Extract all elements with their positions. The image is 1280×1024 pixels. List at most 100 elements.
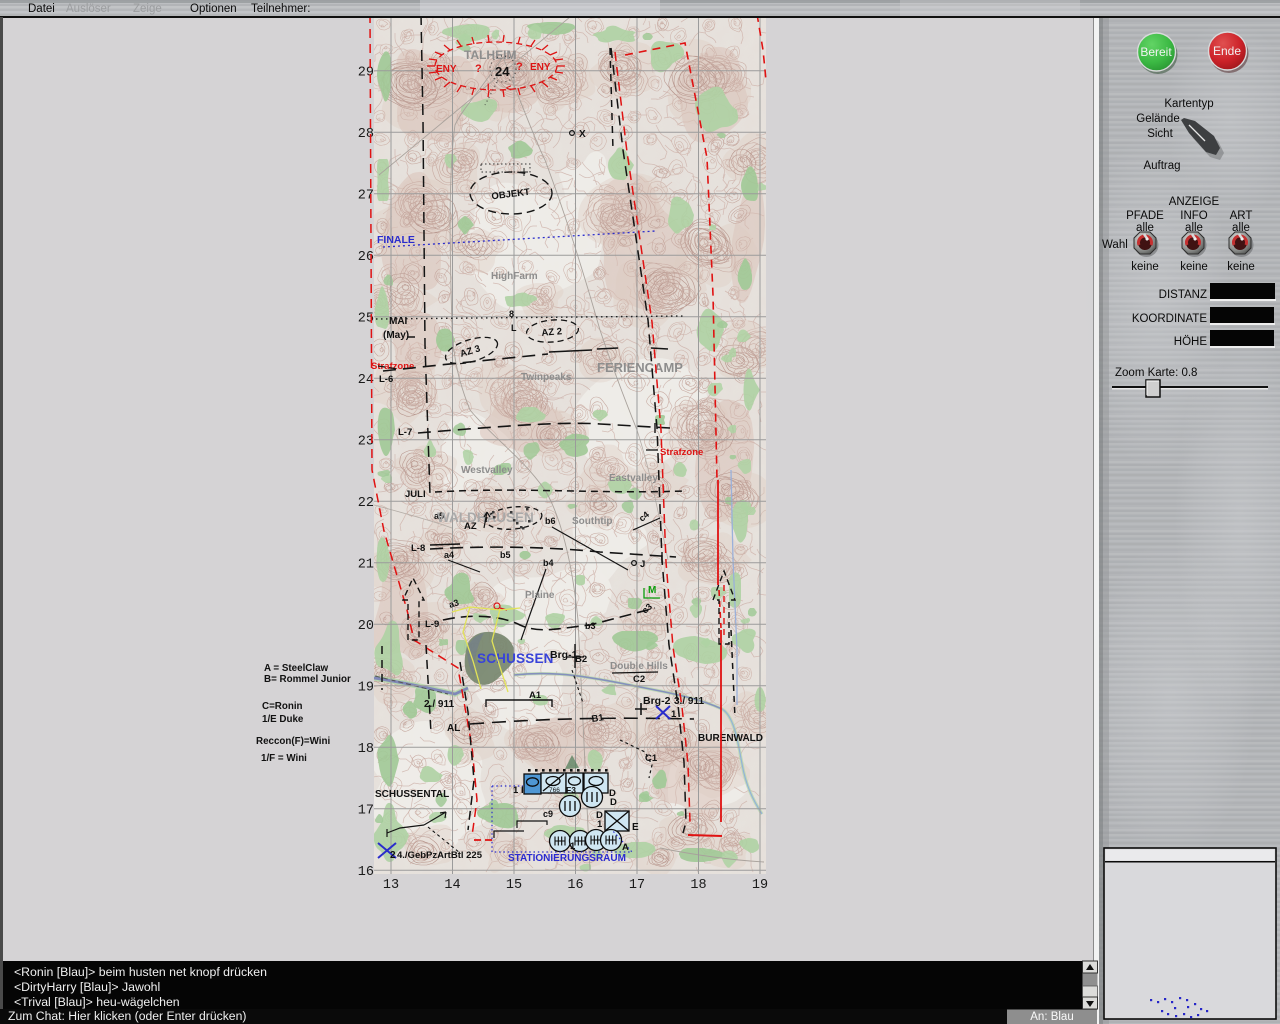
svg-text:F3: F3 [566,785,576,795]
svg-text:KOORDINATE: KOORDINATE [1132,313,1208,325]
svg-text:I: I [521,785,524,796]
svg-text:766: 766 [549,787,560,794]
svg-text:Ende: Ende [1213,44,1241,58]
svg-text:Plaine: Plaine [525,590,555,601]
svg-text:Twinpeaks: Twinpeaks [521,372,572,383]
svg-text:Zeige: Zeige [133,3,162,15]
svg-text:2./ 911: 2./ 911 [424,699,454,710]
svg-text:?: ? [475,63,482,75]
svg-text:Eastvalley: Eastvalley [609,473,658,484]
svg-text:An: Blau: An: Blau [1030,1011,1073,1023]
svg-text:keine: keine [1180,261,1208,273]
svg-text:AZ: AZ [464,521,477,532]
svg-text:I: I [487,82,490,92]
svg-text:Sicht: Sicht [1147,128,1173,140]
svg-text:Reccon(F)=Wini: Reccon(F)=Wini [256,736,330,747]
svg-text:L: L [511,323,517,333]
svg-text:Southtip: Southtip [572,516,613,527]
svg-text:ART: ART [1230,210,1253,222]
svg-text:X: X [579,129,586,140]
svg-text:Teilnehmer:: Teilnehmer: [251,3,310,15]
svg-text:<: < [506,83,511,93]
svg-text:HighFarm: HighFarm [491,271,538,282]
svg-text:SCHUSSEN: SCHUSSEN [477,651,554,666]
svg-text:1: 1 [671,709,677,720]
svg-text:Wahl: Wahl [1102,239,1128,251]
svg-text:19: 19 [752,878,768,893]
svg-text:Kartentyp: Kartentyp [1164,98,1213,110]
svg-text:20: 20 [358,619,374,634]
svg-text:1: 1 [597,819,603,830]
svg-text:B2: B2 [575,654,587,665]
svg-text:Double Hills: Double Hills [610,661,668,672]
svg-text:Zoom Karte: 0.8: Zoom Karte: 0.8 [1115,367,1197,379]
svg-text:BURENWALD: BURENWALD [698,733,763,744]
svg-text:18: 18 [358,742,374,757]
svg-text:18: 18 [690,878,706,893]
svg-text:Auftrag: Auftrag [1143,160,1180,172]
svg-text:22: 22 [358,496,374,511]
svg-text:TALHEIM: TALHEIM [464,48,516,62]
svg-text:L-7: L-7 [398,427,412,438]
svg-text:c9: c9 [543,809,553,819]
svg-text:1/E Duke: 1/E Duke [262,714,304,725]
svg-text:Optionen: Optionen [190,3,237,15]
svg-text:1: 1 [513,785,519,796]
svg-text:PFADE: PFADE [1126,210,1164,222]
svg-text:C=Ronin: C=Ronin [262,701,303,712]
svg-text:<Ronin [Blau]> beim husten ne: <Ronin [Blau]> beim husten net knopf drü… [14,965,267,979]
svg-text:Bereit: Bereit [1140,45,1172,59]
svg-text:ENY: ENY [530,62,551,73]
svg-text:14: 14 [444,878,460,893]
svg-text:2: 2 [390,850,396,861]
svg-text:8: 8 [509,309,514,319]
svg-text:17: 17 [358,803,374,818]
svg-text:J: J [640,559,645,570]
svg-text:ENY: ENY [436,64,457,75]
svg-text:Brg-1: Brg-1 [550,649,578,661]
svg-text:b6: b6 [545,516,556,526]
svg-text:keine: keine [1131,261,1159,273]
svg-text:<DirtyHarry [Blau]> Jawohl: <DirtyHarry [Blau]> Jawohl [14,980,160,994]
svg-text:MAI: MAI [389,316,408,327]
svg-text:16: 16 [358,865,374,880]
svg-text:L-9: L-9 [425,619,439,630]
svg-text:b4: b4 [543,558,554,568]
svg-text:AL: AL [447,723,460,734]
svg-text:1/F = Wini: 1/F = Wini [261,753,307,764]
svg-text:19: 19 [358,680,374,695]
svg-text:16: 16 [567,878,583,893]
svg-text:B1: B1 [591,712,605,725]
svg-text:A: A [622,842,629,853]
svg-text:b5: b5 [500,550,511,560]
svg-text:JULI: JULI [405,489,426,500]
svg-text:L-8: L-8 [411,543,425,554]
svg-text:24: 24 [495,64,510,79]
svg-text:Westvalley: Westvalley [461,465,513,476]
svg-text:AZ 2: AZ 2 [541,326,562,339]
svg-text:E: E [632,822,639,833]
svg-text:a4: a4 [444,550,454,560]
svg-text:21: 21 [358,557,374,572]
svg-text:4./GebPzArtBtl 225: 4./GebPzArtBtl 225 [397,850,483,861]
svg-text:15: 15 [506,878,522,893]
svg-text:STATIONIERUNGSRAUM: STATIONIERUNGSRAUM [508,853,626,864]
svg-text:keine: keine [1227,261,1255,273]
svg-text:Zum Chat: Hier klicken (oder E: Zum Chat: Hier klicken (oder Enter drück… [8,1009,246,1023]
svg-text:17: 17 [629,878,645,893]
svg-text:28: 28 [358,127,374,142]
svg-text:b3: b3 [585,621,596,631]
svg-text:Datei: Datei [28,3,55,15]
svg-text:<Trival [Blau]> heu-wägelchen: <Trival [Blau]> heu-wägelchen [14,995,180,1009]
svg-text:Brg-2: Brg-2 [643,695,671,707]
svg-text:B= Rommel Junior: B= Rommel Junior [264,674,351,685]
svg-text:INFO: INFO [1180,210,1208,222]
svg-text:(May): (May) [383,330,409,341]
svg-text:Gelände: Gelände [1136,113,1179,125]
svg-text:L-6: L-6 [379,374,393,385]
svg-text:M: M [648,585,656,596]
svg-text:?: ? [516,61,523,73]
svg-text:1: 1 [570,841,576,852]
svg-text:DISTANZ: DISTANZ [1159,289,1207,301]
svg-text:13: 13 [383,878,399,893]
